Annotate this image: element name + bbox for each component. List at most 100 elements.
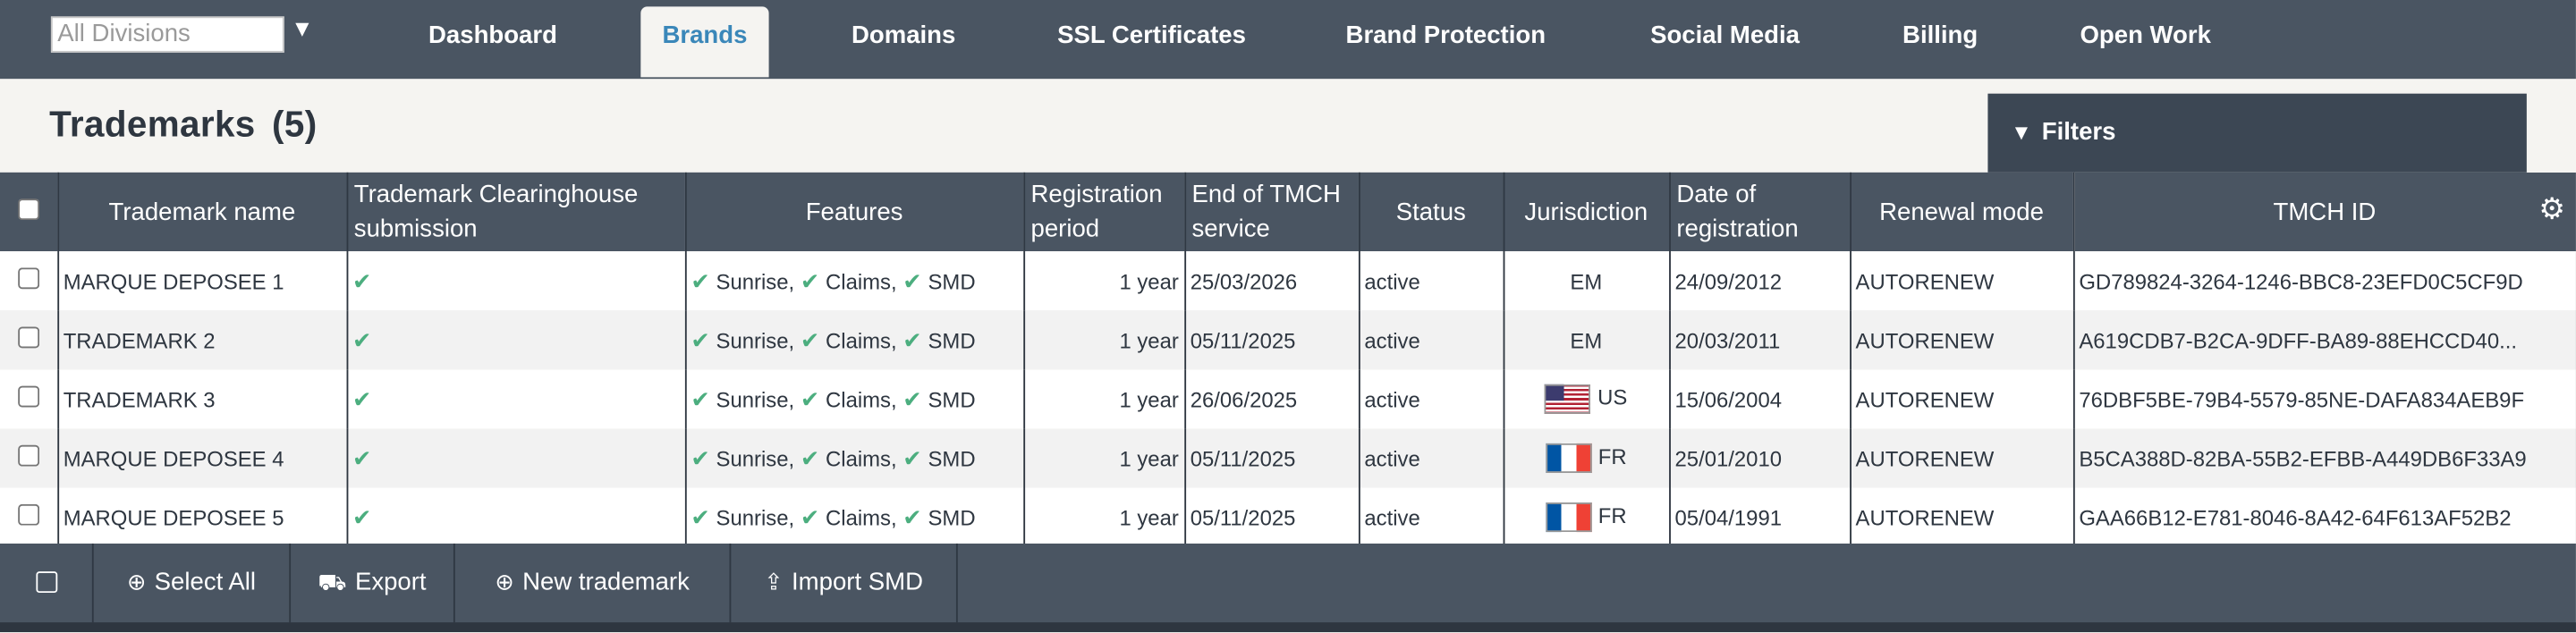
features-cell: ✔ Sunrise, ✔ Claims, ✔ SMD: [684, 369, 1025, 429]
import-smd-label: Import SMD: [792, 568, 923, 596]
registration-period-cell: 1 year: [1023, 487, 1186, 547]
jurisdiction-code: FR: [1597, 443, 1627, 469]
tab-ssl-certificates[interactable]: SSL Certificates: [1040, 6, 1264, 77]
status-cell: active: [1358, 487, 1504, 547]
trademark-name-cell[interactable]: TRADEMARK 3: [57, 369, 348, 429]
gear-icon[interactable]: ⚙: [2538, 192, 2565, 227]
feature-claims: Claims,: [826, 327, 897, 352]
row-select-cell[interactable]: [0, 428, 59, 488]
tab-brand-protection[interactable]: Brand Protection: [1327, 6, 1563, 77]
tab-brands[interactable]: Brands: [640, 6, 769, 78]
feature-smd: SMD: [928, 268, 976, 293]
row-select-cell[interactable]: [0, 487, 59, 547]
feature-sunrise: Sunrise,: [716, 327, 795, 352]
top-navigation: All Divisions ▼ Dashboard Brands Domains…: [0, 0, 2576, 80]
date-registration-cell: 20/03/2011: [1669, 310, 1852, 370]
renewal-mode-cell: AUTORENEW: [1850, 310, 2074, 370]
import-smd-button[interactable]: ⇪ Import SMD: [731, 543, 958, 623]
row-checkbox[interactable]: [17, 267, 39, 290]
header-end-tmch[interactable]: End of TMCH service: [1184, 172, 1360, 252]
renewal-mode-cell: AUTORENEW: [1850, 369, 2074, 429]
table-row[interactable]: TRADEMARK 2 ✔ ✔ Sunrise, ✔ Claims, ✔ SMD 1 …: [0, 310, 2576, 370]
new-trademark-label: New trademark: [522, 568, 690, 596]
feature-smd: SMD: [928, 386, 976, 412]
filters-label: Filters: [2041, 118, 2116, 147]
table-row[interactable]: MARQUE DEPOSEE 5 ✔ ✔ Sunrise, ✔ Claims, ✔ …: [0, 487, 2576, 547]
export-button[interactable]: ⛟ Export: [291, 543, 455, 623]
status-cell: active: [1358, 428, 1504, 488]
checkmark-icon: ✔: [800, 325, 820, 352]
trademark-name-cell[interactable]: MARQUE DEPOSEE 5: [57, 487, 348, 547]
header-date-registration[interactable]: Date of registration: [1669, 172, 1852, 252]
tmch-submission-cell: ✔: [346, 487, 686, 547]
header-trademark-name[interactable]: Trademark name: [57, 172, 348, 252]
bulk-select-toggle[interactable]: [0, 543, 94, 623]
upload-icon: ⇪: [764, 568, 784, 595]
feature-smd: SMD: [928, 327, 976, 352]
header-jurisdiction[interactable]: Jurisdiction: [1503, 172, 1671, 252]
date-registration-cell: 24/09/2012: [1669, 251, 1852, 311]
feature-claims: Claims,: [826, 386, 897, 412]
caret-down-icon[interactable]: ▼: [291, 15, 313, 41]
checkmark-icon: ✔: [800, 443, 820, 471]
jurisdiction-code: FR: [1597, 502, 1627, 528]
header-registration-period[interactable]: Registration period: [1023, 172, 1186, 252]
new-trademark-button[interactable]: ⊕ New trademark: [455, 543, 732, 623]
flag-fr-icon: [1546, 443, 1592, 473]
row-checkbox[interactable]: [17, 385, 39, 408]
select-all-button[interactable]: ⊕ Select All: [94, 543, 292, 623]
table-row[interactable]: MARQUE DEPOSEE 4 ✔ ✔ Sunrise, ✔ Claims, ✔ …: [0, 428, 2576, 488]
table-row[interactable]: TRADEMARK 3 ✔ ✔ Sunrise, ✔ Claims, ✔ SMD 1 …: [0, 369, 2576, 429]
tab-social-media[interactable]: Social Media: [1630, 6, 1820, 77]
feature-sunrise: Sunrise,: [716, 445, 795, 471]
tab-open-work[interactable]: Open Work: [2060, 6, 2231, 77]
row-select-cell[interactable]: [0, 251, 59, 311]
tmch-id-cell: B5CA388D-82BA-55B2-EFBB-A449DB6F33A9: [2072, 428, 2576, 488]
row-checkbox[interactable]: [17, 326, 39, 349]
end-tmch-cell: 05/11/2025: [1184, 310, 1360, 370]
tmch-id-cell: GAA66B12-E781-8046-8A42-64F613AF52B2: [2072, 487, 2576, 547]
row-checkbox[interactable]: [17, 444, 39, 467]
header-status[interactable]: Status: [1358, 172, 1504, 252]
end-tmch-cell: 26/06/2025: [1184, 369, 1360, 429]
trademarks-table: Trademark name Trademark Clearinghouse s…: [0, 172, 2576, 547]
date-registration-cell: 25/01/2010: [1669, 428, 1852, 488]
header-tmch-submission[interactable]: Trademark Clearinghouse submission: [346, 172, 686, 252]
tmch-id-cell: 76DBF5BE-79B4-5579-85NE-DAFA834AEB9F: [2072, 369, 2576, 429]
trademark-name-cell[interactable]: MARQUE DEPOSEE 1: [57, 251, 348, 311]
bottom-action-bar: ⊕ Select All ⛟ Export ⊕ New trademark ⇪ Impo…: [0, 543, 2576, 633]
row-select-cell[interactable]: [0, 369, 59, 429]
header-features[interactable]: Features: [684, 172, 1025, 252]
checkmark-icon: ✔: [352, 325, 372, 352]
tmch-submission-cell: ✔: [346, 369, 686, 429]
checkmark-icon: ✔: [800, 266, 820, 293]
feature-claims: Claims,: [826, 504, 897, 530]
registration-period-cell: 1 year: [1023, 369, 1186, 429]
tab-billing[interactable]: Billing: [1886, 6, 1995, 77]
checkmark-icon: ✔: [691, 443, 710, 471]
jurisdiction-code: EM: [1570, 327, 1603, 352]
checkmark-icon: ✔: [902, 384, 922, 412]
division-select[interactable]: All Divisions: [50, 16, 284, 53]
header-select-all[interactable]: [0, 172, 59, 252]
renewal-mode-cell: AUTORENEW: [1850, 487, 2074, 547]
tab-dashboard[interactable]: Dashboard: [408, 6, 579, 77]
date-registration-cell: 05/04/1991: [1669, 487, 1852, 547]
header-tmch-id-label: TMCH ID: [2273, 198, 2377, 226]
plus-circle-icon: ⊕: [495, 568, 514, 595]
feature-smd: SMD: [928, 504, 976, 530]
tmch-id-cell: A619CDB7-B2CA-9DFF-BA89-88EHCCD40...: [2072, 310, 2576, 370]
table-row[interactable]: MARQUE DEPOSEE 1 ✔ ✔ Sunrise, ✔ Claims, ✔ …: [0, 251, 2576, 311]
header-tmch-id[interactable]: TMCH ID ⚙: [2072, 172, 2576, 252]
row-select-cell[interactable]: [0, 310, 59, 370]
jurisdiction-cell: US: [1503, 369, 1671, 429]
tab-domains[interactable]: Domains: [830, 6, 978, 77]
trademark-name-cell[interactable]: TRADEMARK 2: [57, 310, 348, 370]
trademark-name-cell[interactable]: MARQUE DEPOSEE 4: [57, 428, 348, 488]
filters-toggle[interactable]: ▼ Filters: [1987, 93, 2527, 173]
tmch-submission-cell: ✔: [346, 428, 686, 488]
feature-sunrise: Sunrise,: [716, 386, 795, 412]
row-checkbox[interactable]: [17, 503, 39, 526]
header-renewal-mode[interactable]: Renewal mode: [1850, 172, 2074, 252]
select-all-checkbox[interactable]: [17, 198, 39, 220]
